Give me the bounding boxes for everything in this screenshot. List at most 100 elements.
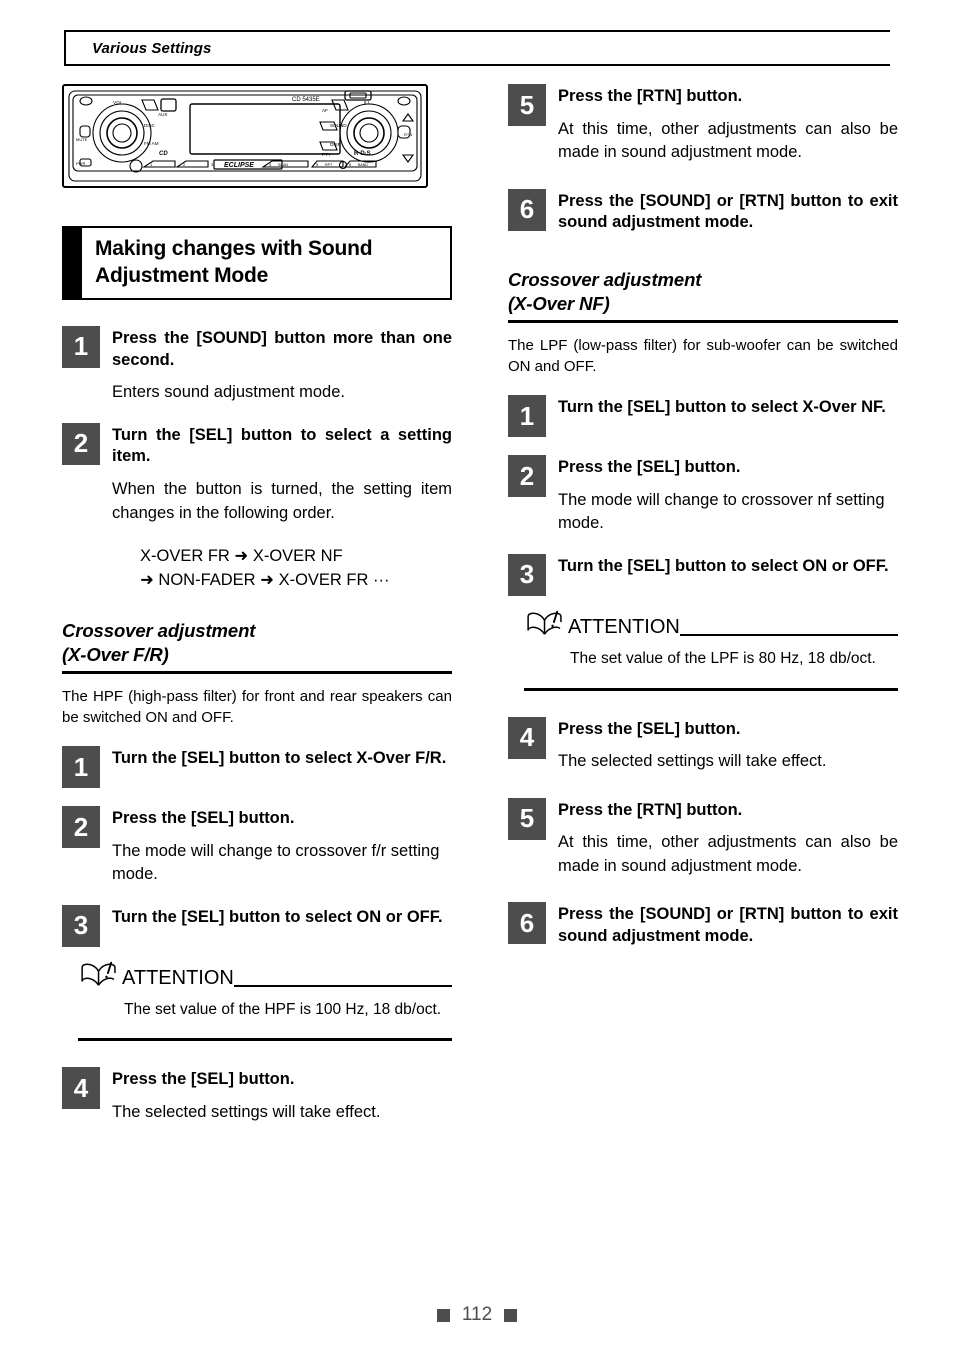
step-title: Turn the [SEL] button to select ON or OF…	[558, 556, 889, 575]
step-number-badge: 2	[508, 455, 546, 498]
step-number-badge: 6	[508, 188, 546, 231]
step-body: Press the [SOUND] button more than one s…	[112, 326, 452, 405]
step-body: Turn the [SEL] button to select ON or OF…	[558, 554, 898, 578]
svg-text:DISC: DISC	[144, 123, 156, 128]
step-number-badge: 1	[508, 395, 546, 438]
step-paragraph: The selected settings will take effect.	[112, 1103, 381, 1122]
svg-text:CD 5435E: CD 5435E	[292, 97, 320, 103]
step-number-badge: 4	[62, 1067, 100, 1110]
step-title: Turn the [SEL] button to select a settin…	[112, 425, 452, 466]
svg-text:PTY: PTY	[322, 152, 331, 157]
step-title: Turn the [SEL] button to select X-Over F…	[112, 749, 447, 768]
step-item: 2 Press the [SEL] button. The mode will …	[62, 806, 452, 887]
step-title: Press the [SEL] button.	[112, 1070, 295, 1089]
step-number-badge: 5	[508, 84, 546, 126]
step-number-badge: 1	[62, 325, 100, 368]
step-body: Press the [RTN] button. At this time, ot…	[558, 84, 898, 165]
section-title-line2: Adjustment Mode	[95, 263, 269, 287]
step-number-badge: 3	[62, 904, 100, 947]
page-footer: 112	[0, 1304, 954, 1326]
step-item: 2 Press the [SEL] button. The mode will …	[508, 455, 898, 536]
section-title-accent-bar	[64, 228, 82, 298]
step-body: Turn the [SEL] button to select a settin…	[112, 423, 452, 593]
step-paragraph: The mode will change to crossover f/r se…	[112, 841, 440, 884]
step-number-badge: 6	[508, 902, 546, 945]
step-body: Press the [SOUND] or [RTN] button to exi…	[558, 189, 898, 235]
step-item: 1 Turn the [SEL] button to select X-Over…	[62, 746, 452, 789]
svg-text:FM AM: FM AM	[144, 141, 159, 146]
running-header: Various Settings	[64, 30, 890, 66]
step-paragraph: Enters sound adjustment mode.	[112, 383, 345, 402]
head-unit-illustration-icon: VOL AUX DISC FM AM MUTE PWR ILL SOUND DI…	[68, 90, 422, 182]
attention-closing-rule	[524, 687, 898, 691]
step-number-badge: 1	[62, 746, 100, 789]
attention-block: ATTENTION The set value of the HPF is 10…	[78, 959, 452, 1042]
section-title-text: Making changes with Sound Adjustment Mod…	[82, 228, 450, 298]
page-number: 112	[461, 1304, 493, 1325]
subsection-heading-line2: (X-Over NF)	[508, 293, 610, 315]
svg-text:SOUND: SOUND	[330, 123, 347, 128]
step-title: Press the [SEL] button.	[558, 719, 741, 738]
step-item: 5 Press the [RTN] button. At this time, …	[508, 84, 898, 165]
running-header-title: Various Settings	[92, 39, 212, 57]
step-item: 1 Press the [SOUND] button more than one…	[62, 325, 452, 405]
step-body: Press the [SOUND] or [RTN] button to exi…	[558, 902, 898, 948]
open-book-icon	[81, 961, 116, 986]
step-paragraph: The mode will change to crossover nf set…	[558, 491, 885, 533]
attention-header: ATTENTION	[524, 608, 898, 638]
svg-text:SCAN: SCAN	[278, 163, 288, 167]
svg-text:2: 2	[183, 162, 186, 167]
svg-text:PWR: PWR	[76, 161, 85, 166]
step-paragraph: At this time, other adjustments can also…	[558, 119, 898, 162]
step-body: Press the [SEL] button. The selected set…	[558, 717, 898, 774]
step-body: Turn the [SEL] button to select ON or OF…	[112, 905, 452, 929]
subsection-heading-line2: (X-Over F/R)	[62, 643, 169, 665]
step-title: Turn the [SEL] button to select X-Over N…	[558, 398, 886, 417]
subsection-intro-paragraph: The LPF (low-pass filter) for sub-woofer…	[508, 337, 898, 376]
head-unit-text-labels: VOL AUX DISC FM AM MUTE PWR ILL SOUND DI…	[76, 97, 412, 169]
step-number-badge: 3	[508, 553, 546, 596]
step-paragraph: When the button is turned, the setting i…	[112, 480, 452, 522]
step-body: Press the [SEL] button. The mode will ch…	[558, 455, 898, 536]
sequence-line-2: ➜ NON-FADER ➜ X-OVER FR ···	[140, 571, 390, 589]
svg-text:R·D·S: R·D·S	[354, 151, 371, 157]
svg-text:VOL: VOL	[113, 100, 123, 105]
sequence-line-1: X-OVER FR ➜ X-OVER NF	[140, 547, 343, 566]
step-title: Turn the [SEL] button to select ON or OF…	[112, 907, 443, 926]
step-title: Press the [SOUND] or [RTN] button to exi…	[558, 905, 898, 946]
step-number-badge: 5	[508, 797, 546, 840]
subsection-intro-paragraph: The HPF (high-pass filter) for front and…	[62, 688, 452, 727]
svg-text:6: 6	[349, 162, 352, 167]
section-title-line1: Making changes with Sound	[95, 237, 373, 260]
svg-text:1: 1	[150, 162, 153, 167]
step-title: Press the [SEL] button.	[112, 809, 295, 828]
step-title: Press the [SOUND] or [RTN] button to exi…	[558, 191, 898, 232]
subsection-heading-x-over-nf: Crossover adjustment (X-Over NF)	[508, 268, 898, 324]
svg-text:4: 4	[269, 162, 272, 167]
svg-text:AF: AF	[322, 108, 328, 113]
svg-text:BAND: BAND	[358, 163, 368, 167]
svg-text:RPT: RPT	[325, 163, 333, 167]
step-title: Press the [SOUND] button more than one s…	[112, 328, 452, 369]
attention-body-text: The set value of the LPF is 80 Hz, 18 db…	[570, 649, 876, 667]
open-book-icon	[527, 610, 562, 635]
right-column: 5 Press the [RTN] button. At this time, …	[508, 84, 898, 948]
step-body: Turn the [SEL] button to select X-Over N…	[558, 395, 898, 419]
footer-square-right-icon	[504, 1308, 518, 1322]
svg-text:5: 5	[316, 162, 319, 167]
svg-text:MUTE: MUTE	[76, 137, 88, 142]
svg-text:AUX: AUX	[158, 112, 167, 117]
attention-closing-rule	[78, 1038, 452, 1042]
svg-text:DISP: DISP	[330, 142, 341, 147]
step-item: 3 Turn the [SEL] button to select ON or …	[508, 553, 898, 596]
step-title: Press the [RTN] button.	[558, 800, 743, 819]
step-number-badge: 4	[508, 716, 546, 759]
attention-header: ATTENTION	[78, 959, 452, 989]
step-item: 3 Turn the [SEL] button to select ON or …	[62, 904, 452, 947]
subsection-heading-line1: Crossover adjustment	[508, 269, 702, 291]
left-column: VOL AUX DISC FM AM MUTE PWR ILL SOUND DI…	[62, 84, 452, 1125]
subsection-heading-line1: Crossover adjustment	[62, 619, 256, 641]
step-body: Press the [SEL] button. The mode will ch…	[112, 806, 452, 887]
step-paragraph: At this time, other adjustments can also…	[558, 833, 898, 875]
attention-label: ATTENTION	[568, 615, 680, 638]
